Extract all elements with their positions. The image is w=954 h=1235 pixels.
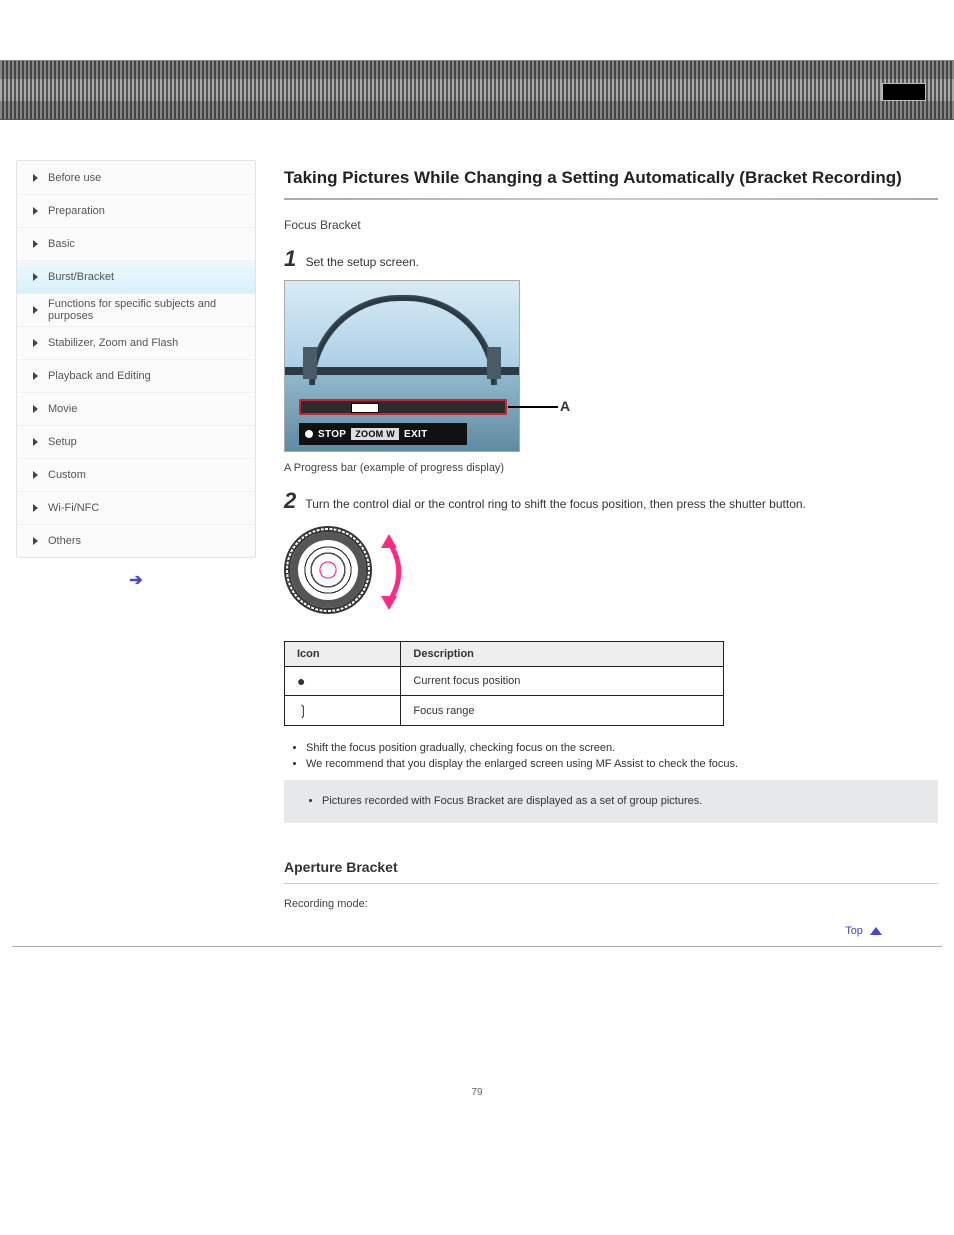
step-1-number: 1 [284, 246, 296, 271]
osd-exit-label: EXIT [404, 429, 427, 440]
title-separator [284, 198, 938, 200]
chevron-right-icon [33, 174, 38, 182]
sidebar-item-label: Movie [48, 403, 77, 415]
chevron-right-icon [33, 438, 38, 446]
rotate-arrow-icon [374, 532, 404, 612]
leader-line [508, 406, 558, 408]
focus-dot-icon: ● [285, 667, 401, 696]
subsection-title: Focus Bracket [284, 218, 938, 232]
step-2-number: 2 [284, 488, 296, 513]
page-badge [882, 83, 926, 101]
sidebar-item-label: Setup [48, 436, 77, 448]
table-header-icon: Icon [285, 642, 401, 667]
chevron-right-icon [33, 339, 38, 347]
chevron-right-icon [33, 372, 38, 380]
bridge-deck-icon [285, 367, 519, 375]
sidebar-item-burst-bracket[interactable]: Burst/Bracket [17, 260, 255, 293]
top-link-label: Top [845, 925, 863, 937]
page-number: 79 [0, 1087, 954, 1098]
sidebar-next-arrow[interactable]: ➔ [16, 570, 256, 590]
sidebar-item-label: Stabilizer, Zoom and Flash [48, 337, 178, 349]
top-banner-stripe [0, 79, 954, 101]
sidebar-item-label: Burst/Bracket [48, 271, 114, 283]
top-banner [0, 60, 954, 120]
dial-ticks [286, 528, 370, 612]
chevron-right-icon [33, 471, 38, 479]
table-cell-mean: Current focus position [401, 667, 724, 696]
chevron-right-icon [33, 207, 38, 215]
pylon-right-icon [487, 347, 501, 379]
sidebar-item-setup[interactable]: Setup [17, 425, 255, 458]
osd-progress-bar [299, 399, 507, 415]
osd-stop-label: STOP [318, 429, 346, 440]
chevron-right-icon [33, 306, 38, 314]
chevron-right-icon [33, 504, 38, 512]
table-cell-mean: Focus range [401, 696, 724, 726]
sidebar-item-wifi-nfc[interactable]: Wi-Fi/NFC [17, 491, 255, 524]
record-dot-icon [305, 430, 313, 438]
step-1-text: Set the setup screen. [306, 255, 419, 269]
note-item: Pictures recorded with Focus Bracket are… [322, 794, 918, 809]
sidebar-item-basic[interactable]: Basic [17, 227, 255, 260]
back-to-top-link[interactable]: Top [845, 925, 882, 937]
sidebar-item-label: Basic [48, 238, 75, 250]
tips-list: Shift the focus position gradually, chec… [306, 742, 938, 770]
sidebar-item-movie[interactable]: Movie [17, 392, 255, 425]
note-box: Pictures recorded with Focus Bracket are… [284, 780, 938, 823]
step-2: 2 Turn the control dial or the control r… [284, 488, 938, 514]
sidebar-item-playback[interactable]: Playback and Editing [17, 359, 255, 392]
triangle-up-icon [870, 927, 882, 935]
table-header-mean: Description [401, 642, 724, 667]
sidebar-item-custom[interactable]: Custom [17, 458, 255, 491]
sidebar-item-label: Wi-Fi/NFC [48, 502, 99, 514]
sidebar-item-others[interactable]: Others [17, 524, 255, 557]
sidebar-item-label: Preparation [48, 205, 105, 217]
sidebar-item-label: Functions for specific subjects and purp… [48, 298, 255, 322]
list-item: Shift the focus position gradually, chec… [306, 742, 938, 754]
step-2-text: Turn the control dial or the control rin… [305, 497, 806, 511]
sidebar: Before use Preparation Basic Burst/Brack… [16, 160, 256, 558]
focus-range-icon: ❳ [285, 696, 401, 726]
chevron-right-icon [33, 405, 38, 413]
sidebar-item-functions[interactable]: Functions for specific subjects and purp… [17, 293, 255, 326]
chevron-right-icon [33, 537, 38, 545]
callout-a-description: A Progress bar (example of progress disp… [284, 462, 938, 474]
table-row: ● Current focus position [285, 667, 724, 696]
osd-control-bar: STOP ZOOM W EXIT [299, 423, 467, 445]
sidebar-item-label: Before use [48, 172, 101, 184]
bottom-rule [12, 946, 942, 947]
sidebar-item-before-use[interactable]: Before use [17, 161, 255, 194]
sidebar-item-preparation[interactable]: Preparation [17, 194, 255, 227]
list-item: We recommend that you display the enlarg… [306, 758, 938, 770]
aperture-bracket-heading: Aperture Bracket [284, 859, 938, 875]
photo-placeholder: STOP ZOOM W EXIT [284, 280, 520, 452]
page-title: Taking Pictures While Changing a Setting… [284, 168, 938, 188]
control-dial-illustration [284, 526, 414, 621]
callout-a-label: A [560, 398, 570, 414]
osd-zoom-label: ZOOM W [351, 428, 399, 440]
step-1: 1 Set the setup screen. [284, 246, 938, 272]
osd-illustration: STOP ZOOM W EXIT A [284, 280, 584, 452]
sidebar-item-stabilizer[interactable]: Stabilizer, Zoom and Flash [17, 326, 255, 359]
recording-mode-label: Recording mode: [284, 898, 938, 910]
arrow-right-icon: ➔ [129, 570, 142, 590]
icon-meaning-table: Icon Description ● Current focus positio… [284, 641, 724, 726]
osd-progress-marker [351, 403, 379, 413]
sidebar-item-label: Playback and Editing [48, 370, 151, 382]
sidebar-item-label: Others [48, 535, 81, 547]
subheading-separator [284, 883, 938, 884]
chevron-right-icon [33, 273, 38, 281]
pylon-left-icon [303, 347, 317, 379]
control-dial-icon [284, 526, 372, 614]
sidebar-item-label: Custom [48, 469, 86, 481]
table-row: ❳ Focus range [285, 696, 724, 726]
chevron-right-icon [33, 240, 38, 248]
